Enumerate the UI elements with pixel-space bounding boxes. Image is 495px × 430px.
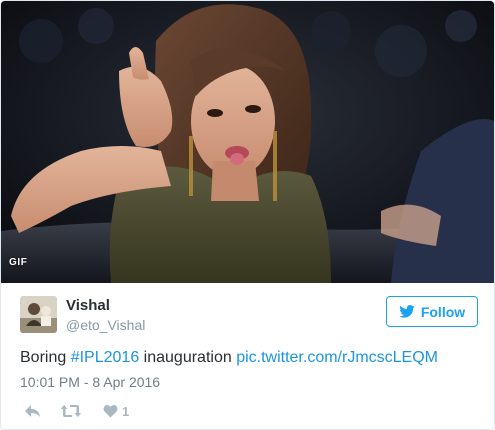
tweet-card: GIF Vishal @eto_Vishal Follow Boring #IP… [0,0,495,430]
follow-button[interactable]: Follow [386,296,478,327]
avatar[interactable] [20,296,57,333]
hashtag-link[interactable]: #IPL2016 [71,349,140,366]
author-handle[interactable]: @eto_Vishal [66,317,145,333]
tweet-actions: 1 [20,401,220,421]
tweet-text-middle: inauguration [139,349,237,366]
gif-badge: GIF [9,257,28,268]
tweet-author: Vishal @eto_Vishal Follow [20,296,480,336]
author-name[interactable]: Vishal [66,297,110,314]
retweet-button[interactable] [61,401,81,421]
twitter-bird-icon [399,305,415,318]
tweet-timestamp[interactable]: 10:01 PM - 8 Apr 2016 [20,374,160,390]
like-count: 1 [122,403,130,419]
retweet-icon [61,405,81,417]
tweet-text: Boring #IPL2016 inauguration pic.twitter… [20,347,438,369]
tweet-text-start: Boring [20,349,71,366]
gif-media[interactable]: GIF [1,1,494,283]
gif-image [1,1,494,283]
follow-label: Follow [420,303,466,320]
avatar-image [20,296,57,333]
heart-icon [103,404,118,418]
reply-icon [25,405,40,417]
pic-link[interactable]: pic.twitter.com/rJmcscLEQM [236,349,438,366]
like-button[interactable]: 1 [103,401,129,421]
reply-button[interactable] [24,401,41,421]
